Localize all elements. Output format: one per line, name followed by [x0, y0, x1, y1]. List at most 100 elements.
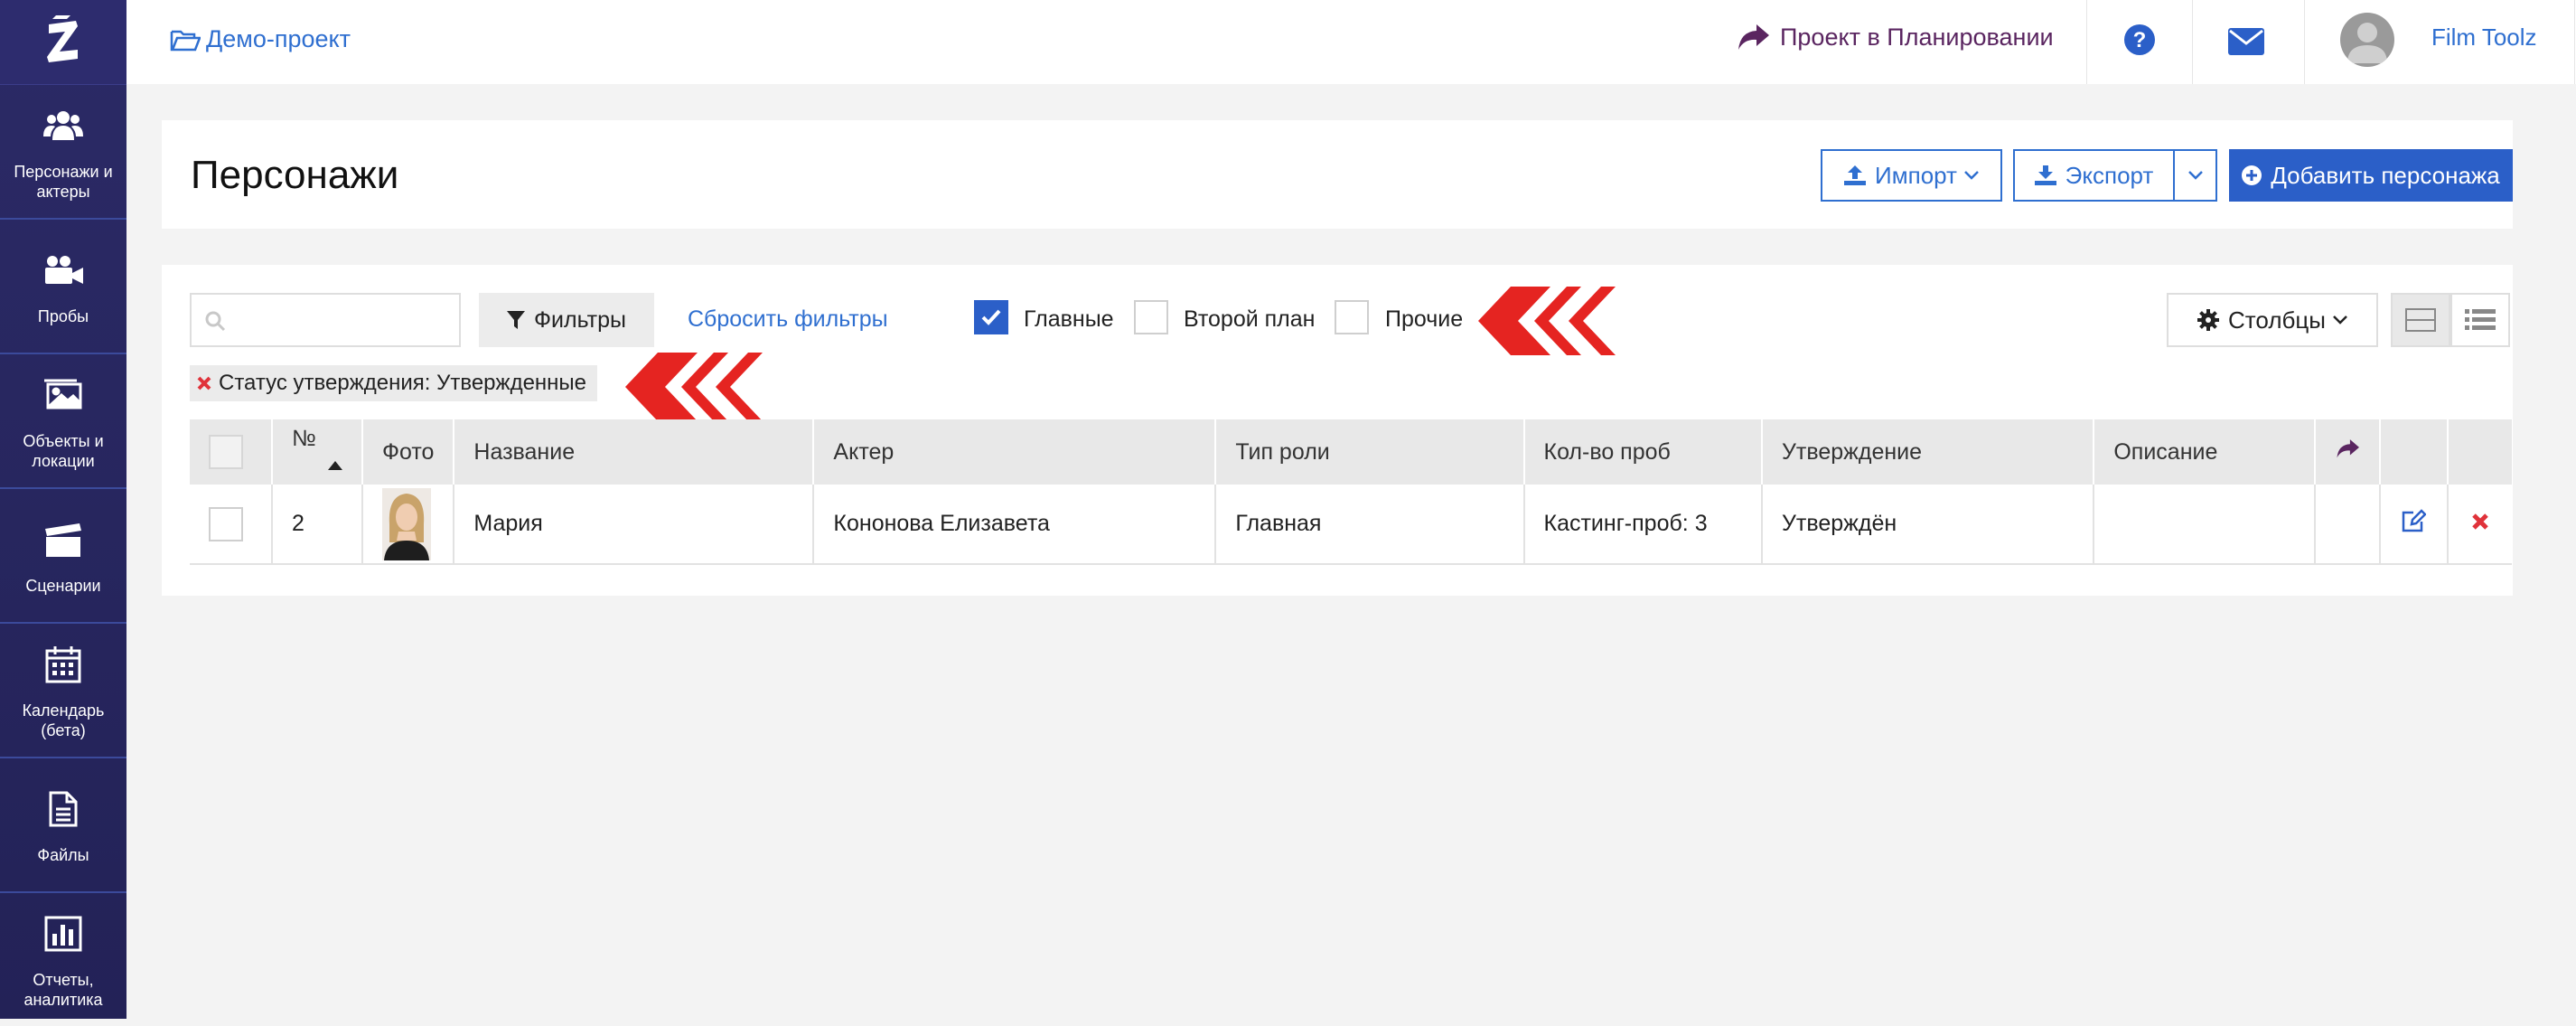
cell-actor: Кононова Елизавета: [813, 485, 1217, 565]
column-header-delete: [2447, 419, 2512, 485]
reset-filters-link[interactable]: Сбросить фильтры: [688, 306, 888, 333]
folder-open-icon: [170, 30, 201, 51]
sidebar-item-label: Сценарии: [25, 576, 101, 595]
active-filter-text: Статус утверждения: Утвержденные: [219, 371, 587, 395]
list-view-button[interactable]: [2450, 293, 2510, 347]
divider: [2192, 0, 2193, 84]
select-all-checkbox[interactable]: [209, 435, 243, 469]
add-character-button[interactable]: Добавить персонажа: [2229, 149, 2513, 202]
search-icon: [205, 311, 226, 332]
sidebar-item-label: Объекты и локации: [23, 431, 104, 470]
table-header-row: № Фото Название Актер Тип роли Кол-во пр…: [190, 419, 2512, 485]
cell-photo: [361, 485, 455, 565]
characters-panel: Фильтры Сбросить фильтры Главные Второй …: [162, 265, 2513, 596]
row-select-cell: [190, 485, 273, 565]
chevron-down-icon: [1964, 171, 1979, 180]
svg-text:?: ?: [2133, 28, 2147, 52]
sidebar-item-locations[interactable]: Объекты и локации: [0, 354, 126, 489]
bar-chart-icon: [44, 910, 82, 957]
column-header-description[interactable]: Описание: [2094, 419, 2316, 485]
column-header-approval[interactable]: Утверждение: [1762, 419, 2095, 485]
checkmark-icon: [981, 309, 1001, 325]
download-icon: [2034, 165, 2056, 185]
cell-description: [2094, 485, 2316, 565]
filter-secondary-label: Второй план: [1184, 306, 1316, 332]
share-arrow-icon: [1738, 24, 1769, 50]
characters-table: № Фото Название Актер Тип роли Кол-во пр…: [190, 419, 2512, 565]
calendar-icon: [45, 641, 81, 688]
export-label: Экспорт: [2065, 161, 2154, 189]
cell-tests: Кастинг-проб: 3: [1523, 485, 1764, 565]
sidebar-item-tests[interactable]: Пробы: [0, 220, 126, 354]
sidebar-item-label: Отчеты, аналитика: [23, 970, 103, 1009]
top-bar: Демо-проект Проект в Планировании ? Film…: [126, 0, 2576, 84]
character-photo[interactable]: [381, 487, 431, 560]
avatar[interactable]: [2340, 13, 2394, 67]
project-breadcrumb[interactable]: Демо-проект: [170, 25, 351, 53]
user-name[interactable]: Film Toolz: [2431, 24, 2537, 52]
edit-icon[interactable]: [2401, 509, 2428, 532]
cell-name: Мария: [454, 485, 815, 565]
filters-button[interactable]: Фильтры: [479, 293, 654, 347]
clapperboard-icon: [43, 516, 83, 563]
cell-delete: [2447, 485, 2512, 565]
project-name: Демо-проект: [206, 25, 351, 52]
filter-main-label: Главные: [1024, 306, 1114, 332]
search-input[interactable]: [239, 295, 441, 345]
upload-icon: [1844, 165, 1867, 185]
share-arrow-icon: [2337, 438, 2359, 457]
sidebar-item-characters[interactable]: Персонажи и актеры: [0, 85, 126, 220]
plus-circle-icon: [2242, 165, 2262, 185]
sidebar-item-scripts[interactable]: Сценарии: [0, 489, 126, 624]
divider: [2304, 0, 2305, 84]
column-header-tests[interactable]: Кол-во проб: [1523, 419, 1764, 485]
row-checkbox[interactable]: [209, 506, 243, 541]
rows-icon: [2405, 308, 2436, 332]
cell-role-type: Главная: [1215, 485, 1525, 565]
filter-secondary-checkbox[interactable]: [1134, 300, 1168, 334]
search-field[interactable]: [190, 293, 461, 347]
add-character-label: Добавить персонажа: [2271, 161, 2500, 189]
import-button[interactable]: Импорт: [1821, 149, 2002, 202]
sort-asc-icon: [327, 461, 342, 471]
annotation-chevrons: [625, 353, 763, 421]
project-status-link[interactable]: Проект в Планировании: [1737, 24, 2054, 52]
column-header-actor[interactable]: Актер: [813, 419, 1217, 485]
sidebar-item-files[interactable]: Файлы: [0, 758, 126, 893]
sidebar-item-label: Персонажи и актеры: [14, 162, 113, 201]
column-header-photo[interactable]: Фото: [361, 419, 455, 485]
file-icon: [49, 786, 78, 833]
filters-label: Фильтры: [534, 306, 626, 333]
table-row[interactable]: 2 Мария Кононова Елизавета Главная Касти…: [190, 485, 2512, 565]
sidebar-item-label: Календарь (бета): [22, 701, 105, 739]
card-view-button[interactable]: [2391, 293, 2450, 347]
annotation-chevrons: [1478, 287, 1616, 355]
chevron-down-icon: [2187, 171, 2203, 180]
columns-button[interactable]: Столбцы: [2167, 293, 2378, 347]
sidebar-item-label: Пробы: [37, 306, 89, 325]
sidebar-item-reports[interactable]: Отчеты, аналитика: [0, 893, 126, 1026]
active-filter-tag: Статус утверждения: Утвержденные: [190, 365, 598, 401]
image-icon: [43, 372, 83, 419]
delete-icon[interactable]: [2471, 513, 2489, 531]
mail-icon[interactable]: [2228, 28, 2264, 60]
cell-share: [2315, 485, 2381, 565]
export-button[interactable]: Экспорт: [2013, 149, 2175, 202]
filter-main-checkbox[interactable]: [974, 300, 1008, 334]
column-header-role-type[interactable]: Тип роли: [1215, 419, 1525, 485]
column-header-number[interactable]: №: [271, 419, 363, 485]
cell-approval: Утверждён: [1762, 485, 2095, 565]
filter-other-checkbox[interactable]: [1335, 300, 1369, 334]
sidebar-item-calendar[interactable]: Календарь (бета): [0, 624, 126, 758]
column-header-name[interactable]: Название: [454, 419, 815, 485]
remove-filter-icon[interactable]: [197, 376, 211, 391]
project-status-text: Проект в Планировании: [1780, 24, 2054, 51]
column-header-share[interactable]: [2315, 419, 2381, 485]
logo-icon: [47, 14, 78, 62]
cell-number: 2: [271, 485, 363, 565]
page-header: Персонажи Импорт Экспорт Добавить персон…: [162, 120, 2513, 229]
export-options-button[interactable]: [2173, 149, 2217, 202]
app-logo[interactable]: [0, 0, 126, 85]
sidebar: Персонажи и актеры Пробы Объекты и локац…: [0, 0, 126, 1019]
help-icon[interactable]: ?: [2123, 24, 2156, 61]
